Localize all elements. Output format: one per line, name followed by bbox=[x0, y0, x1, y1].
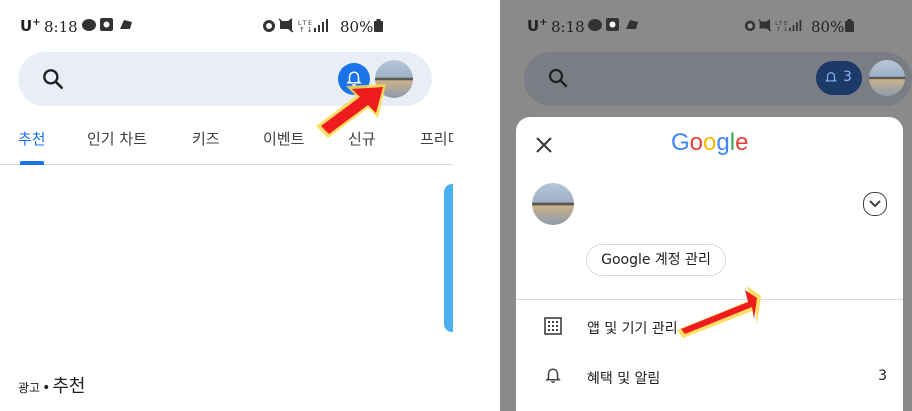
section-title: 추천 bbox=[52, 376, 86, 397]
notification-button: 3 bbox=[816, 61, 862, 95]
menu-item-label: 혜택 및 알림 bbox=[587, 371, 661, 387]
notification-count: 3 bbox=[843, 69, 852, 85]
red-pointer-arrow bbox=[677, 286, 761, 338]
google-logo-letter: G bbox=[671, 129, 690, 156]
separator-dot: • bbox=[42, 380, 51, 396]
search-icon bbox=[548, 68, 568, 88]
ad-section-header: 광고 • 추천 bbox=[18, 372, 85, 398]
manage-account-button[interactable]: Google 계정 관리 bbox=[586, 244, 726, 276]
status-bar: U+ 8:18 LTE ↑↓ 80% bbox=[500, 0, 912, 52]
account-sheet: Google Google 계정 관리 앱 및 기기 관리 혜택 및 알림 3 bbox=[516, 117, 903, 411]
expand-accounts-button[interactable] bbox=[863, 192, 887, 216]
svg-text:↑↓: ↑↓ bbox=[776, 26, 790, 33]
left-screenshot: U+ 8:18 LTE ↑↓ 80% 추천 인기 차트 키즈 이벤트 신규 프리… bbox=[0, 0, 453, 411]
carrier-label: U+ bbox=[20, 17, 41, 35]
tab-top-charts[interactable]: 인기 차트 bbox=[87, 128, 147, 149]
status-time: 8:18 bbox=[44, 18, 78, 36]
tab-events[interactable]: 이벤트 bbox=[263, 128, 304, 149]
google-logo-letter: o bbox=[703, 129, 717, 156]
status-app-icons bbox=[82, 18, 132, 31]
battery-level: 80% bbox=[811, 18, 855, 36]
status-bar: U+ 8:18 LTE ↑↓ 80% bbox=[0, 0, 453, 52]
alarm-mute-signal-icons: LTE↑↓ bbox=[263, 18, 328, 34]
status-time: 8:18 bbox=[551, 18, 585, 36]
ad-label: 광고 bbox=[18, 381, 41, 395]
tab-kids[interactable]: 키즈 bbox=[192, 128, 220, 149]
bell-icon bbox=[545, 368, 561, 384]
account-avatar bbox=[532, 183, 574, 225]
menu-item-offers-notifications[interactable]: 혜택 및 알림 3 bbox=[516, 355, 903, 399]
active-tab-indicator bbox=[20, 161, 44, 165]
google-logo-letter: e bbox=[735, 129, 749, 156]
status-app-icons bbox=[588, 18, 638, 31]
search-icon[interactable] bbox=[40, 66, 66, 92]
menu-item-count: 3 bbox=[878, 368, 887, 384]
google-logo-letter: g bbox=[716, 129, 730, 156]
notification-icons bbox=[588, 17, 640, 37]
red-pointer-arrow bbox=[316, 84, 386, 138]
battery-icon bbox=[845, 19, 855, 32]
avatar bbox=[869, 60, 905, 96]
carrier-label: U+ bbox=[527, 17, 548, 35]
tab-premium[interactable]: 프리미 bbox=[420, 128, 453, 149]
bell-icon bbox=[824, 72, 838, 82]
google-logo-letter: o bbox=[689, 129, 704, 156]
featured-card[interactable] bbox=[444, 184, 453, 332]
chevron-down-icon bbox=[869, 200, 881, 208]
google-logo: Google bbox=[671, 129, 748, 157]
svg-text:↑↓: ↑↓ bbox=[299, 26, 315, 33]
apps-grid-icon bbox=[544, 317, 562, 335]
tab-recommended[interactable]: 추천 bbox=[18, 128, 46, 149]
search-bar-dimmed: 3 bbox=[524, 52, 912, 106]
battery-icon bbox=[374, 19, 384, 32]
notification-icons bbox=[82, 17, 134, 37]
system-icons: LTE ↑↓ bbox=[744, 17, 810, 37]
menu-item-label: 앱 및 기기 관리 bbox=[587, 321, 678, 337]
close-icon[interactable] bbox=[535, 135, 553, 160]
right-screenshot: U+ 8:18 LTE ↑↓ 80% 3 Google Google 계정 관리… bbox=[500, 0, 912, 411]
alarm-mute-signal-icons: LTE↑↓ bbox=[744, 18, 802, 33]
system-icons: LTE ↑↓ bbox=[262, 17, 338, 37]
battery-level: 80% bbox=[340, 18, 384, 36]
